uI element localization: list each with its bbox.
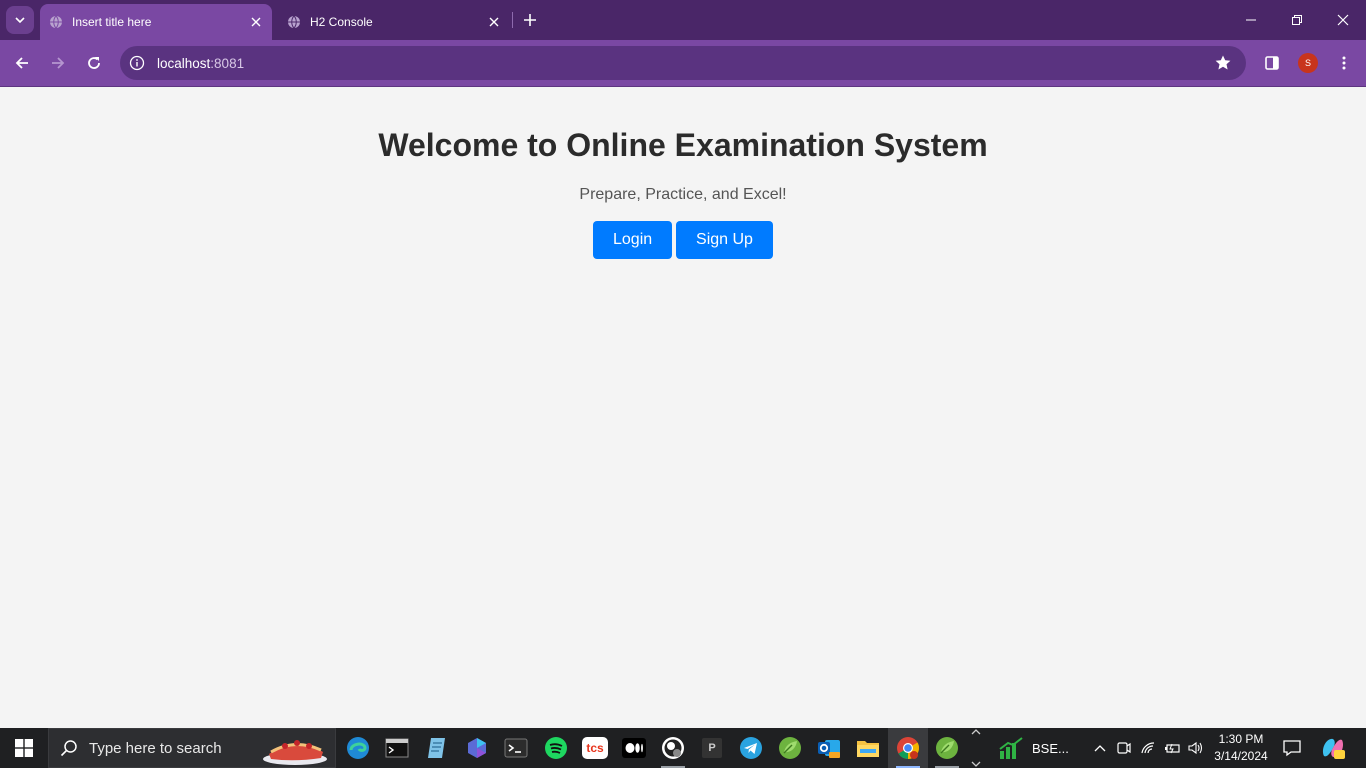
reload-button[interactable] bbox=[79, 48, 109, 78]
tcs-label: tcs bbox=[582, 737, 608, 759]
close-window-button[interactable] bbox=[1320, 0, 1366, 40]
stock-label: BSE... bbox=[1032, 740, 1069, 756]
arrow-left-icon bbox=[15, 57, 28, 69]
edge-icon[interactable] bbox=[338, 728, 378, 768]
minimize-icon bbox=[1246, 19, 1256, 21]
side-panel-icon bbox=[1265, 56, 1279, 70]
p-label: P bbox=[702, 738, 722, 758]
forward-button[interactable] bbox=[43, 48, 73, 78]
clock-time: 1:30 PM bbox=[1218, 732, 1264, 746]
menu-button[interactable] bbox=[1329, 48, 1359, 78]
page-content: Welcome to Online Examination System Pre… bbox=[0, 87, 1366, 728]
tab-search-button[interactable] bbox=[6, 6, 34, 34]
signup-button[interactable]: Sign Up bbox=[676, 221, 773, 259]
tab-insert-title[interactable]: Insert title here bbox=[40, 4, 272, 40]
bookmark-star-icon[interactable] bbox=[1214, 54, 1232, 72]
taskbar-scroll[interactable] bbox=[968, 728, 984, 768]
battery-icon[interactable] bbox=[1162, 738, 1182, 758]
minimize-button[interactable] bbox=[1228, 0, 1274, 40]
medium-icon[interactable] bbox=[614, 728, 654, 768]
chevron-down-icon bbox=[15, 17, 25, 24]
avatar: S bbox=[1298, 53, 1318, 73]
taskbar-search[interactable]: Type here to search bbox=[48, 728, 336, 768]
tcs-icon[interactable]: tcs bbox=[575, 728, 615, 768]
volume-icon[interactable] bbox=[1186, 738, 1206, 758]
site-info-icon[interactable] bbox=[120, 46, 154, 80]
chevron-up-icon bbox=[971, 729, 981, 735]
spring-tool-2-icon[interactable] bbox=[927, 728, 967, 768]
notepad-icon[interactable] bbox=[417, 728, 457, 768]
windows-taskbar: Type here to search tcs P BSE... 1:30 PM… bbox=[0, 728, 1366, 768]
copilot-app-icon[interactable] bbox=[457, 728, 497, 768]
terminal-icon[interactable] bbox=[377, 728, 417, 768]
globe-icon bbox=[286, 14, 302, 30]
close-icon[interactable] bbox=[248, 14, 264, 30]
spotify-icon[interactable] bbox=[536, 728, 576, 768]
clock-date: 3/14/2024 bbox=[1214, 749, 1268, 763]
tab-h2-console[interactable]: H2 Console bbox=[278, 4, 510, 40]
auth-buttons: Login Sign Up bbox=[0, 221, 1366, 259]
chevron-up-icon bbox=[1094, 745, 1106, 752]
camera-icon[interactable] bbox=[1114, 738, 1134, 758]
stock-chart-icon bbox=[999, 737, 1023, 759]
github-desktop-icon[interactable] bbox=[653, 728, 693, 768]
globe-icon bbox=[48, 14, 64, 30]
jetbrains-p-icon[interactable]: P bbox=[692, 728, 732, 768]
restore-icon bbox=[1292, 15, 1302, 25]
back-button[interactable] bbox=[7, 48, 37, 78]
wifi-icon[interactable] bbox=[1138, 738, 1158, 758]
copilot-icon[interactable] bbox=[1320, 736, 1346, 760]
spring-tool-icon[interactable] bbox=[770, 728, 810, 768]
tray-overflow-button[interactable] bbox=[1090, 738, 1110, 758]
url-text: localhost:8081 bbox=[157, 55, 245, 71]
login-button[interactable]: Login bbox=[593, 221, 672, 259]
restore-button[interactable] bbox=[1274, 0, 1320, 40]
tab-divider bbox=[512, 12, 513, 28]
outlook-icon[interactable] bbox=[809, 728, 849, 768]
page-tagline: Prepare, Practice, and Excel! bbox=[579, 186, 787, 203]
close-icon[interactable] bbox=[486, 14, 502, 30]
page-title: Welcome to Online Examination System bbox=[378, 127, 988, 163]
windows-terminal-icon[interactable] bbox=[496, 728, 536, 768]
tab-label: Insert title here bbox=[72, 15, 152, 29]
plus-icon bbox=[524, 14, 536, 26]
browser-toolbar: localhost:8081 S bbox=[0, 40, 1366, 87]
new-tab-button[interactable] bbox=[518, 8, 542, 32]
stock-widget[interactable]: BSE... bbox=[998, 728, 1084, 768]
browser-titlebar: Insert title here H2 Console bbox=[0, 0, 1366, 40]
file-explorer-icon[interactable] bbox=[848, 728, 888, 768]
telegram-icon[interactable] bbox=[731, 728, 771, 768]
search-placeholder: Type here to search bbox=[89, 739, 222, 757]
notification-center-button[interactable] bbox=[1282, 738, 1302, 758]
chrome-icon[interactable] bbox=[888, 728, 928, 768]
notification-icon bbox=[1283, 740, 1301, 757]
reload-icon bbox=[88, 57, 100, 69]
windows-logo-icon bbox=[15, 739, 33, 757]
more-vert-icon bbox=[1342, 56, 1346, 70]
profile-button[interactable]: S bbox=[1293, 48, 1323, 78]
address-bar[interactable]: localhost:8081 bbox=[120, 46, 1246, 80]
start-button[interactable] bbox=[4, 728, 44, 768]
search-icon bbox=[49, 739, 89, 757]
arrow-right-icon bbox=[52, 57, 65, 69]
close-icon bbox=[1337, 14, 1349, 26]
side-panel-button[interactable] bbox=[1257, 48, 1287, 78]
chevron-down-icon bbox=[971, 761, 981, 767]
pie-day-icon bbox=[263, 740, 327, 765]
system-clock[interactable]: 1:30 PM 3/14/2024 bbox=[1208, 731, 1274, 765]
tab-label: H2 Console bbox=[310, 15, 373, 29]
